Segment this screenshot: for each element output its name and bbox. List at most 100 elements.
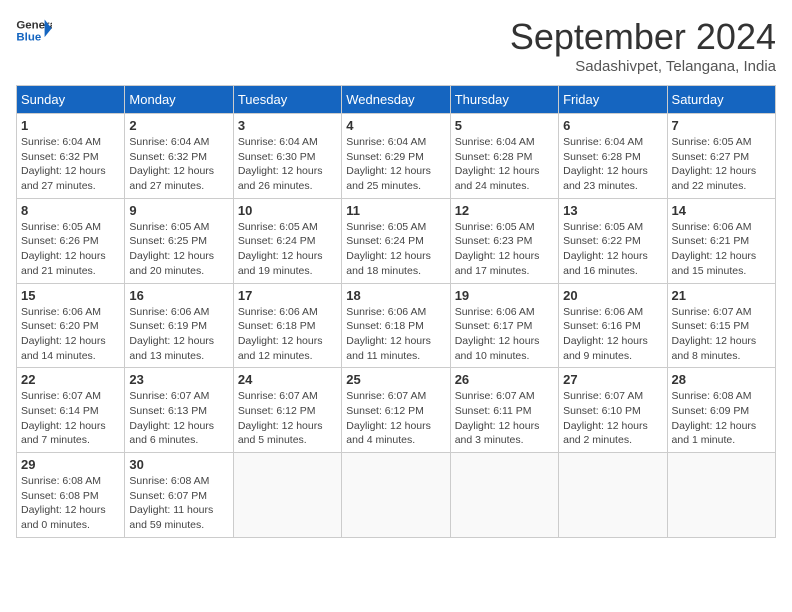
day-info: Sunrise: 6:04 AM Sunset: 6:32 PM Dayligh… bbox=[129, 135, 228, 194]
calendar-week-row: 1 Sunrise: 6:04 AM Sunset: 6:32 PM Dayli… bbox=[17, 114, 776, 199]
day-number: 27 bbox=[563, 372, 662, 387]
day-info: Sunrise: 6:07 AM Sunset: 6:14 PM Dayligh… bbox=[21, 389, 120, 448]
day-number: 1 bbox=[21, 118, 120, 133]
table-row bbox=[342, 453, 450, 538]
day-info: Sunrise: 6:05 AM Sunset: 6:22 PM Dayligh… bbox=[563, 220, 662, 279]
header-friday: Friday bbox=[559, 86, 667, 114]
day-number: 12 bbox=[455, 203, 554, 218]
day-number: 4 bbox=[346, 118, 445, 133]
calendar-week-row: 15 Sunrise: 6:06 AM Sunset: 6:20 PM Dayl… bbox=[17, 283, 776, 368]
table-row: 27 Sunrise: 6:07 AM Sunset: 6:10 PM Dayl… bbox=[559, 368, 667, 453]
day-number: 24 bbox=[238, 372, 337, 387]
table-row: 7 Sunrise: 6:05 AM Sunset: 6:27 PM Dayli… bbox=[667, 114, 775, 199]
day-number: 30 bbox=[129, 457, 228, 472]
header-saturday: Saturday bbox=[667, 86, 775, 114]
table-row: 15 Sunrise: 6:06 AM Sunset: 6:20 PM Dayl… bbox=[17, 283, 125, 368]
day-number: 15 bbox=[21, 288, 120, 303]
month-title: September 2024 bbox=[510, 16, 776, 58]
subtitle: Sadashivpet, Telangana, India bbox=[510, 58, 776, 75]
table-row: 28 Sunrise: 6:08 AM Sunset: 6:09 PM Dayl… bbox=[667, 368, 775, 453]
table-row: 16 Sunrise: 6:06 AM Sunset: 6:19 PM Dayl… bbox=[125, 283, 233, 368]
header-thursday: Thursday bbox=[450, 86, 558, 114]
day-number: 13 bbox=[563, 203, 662, 218]
day-number: 22 bbox=[21, 372, 120, 387]
day-number: 9 bbox=[129, 203, 228, 218]
table-row: 25 Sunrise: 6:07 AM Sunset: 6:12 PM Dayl… bbox=[342, 368, 450, 453]
table-row: 9 Sunrise: 6:05 AM Sunset: 6:25 PM Dayli… bbox=[125, 198, 233, 283]
day-number: 23 bbox=[129, 372, 228, 387]
day-info: Sunrise: 6:07 AM Sunset: 6:12 PM Dayligh… bbox=[238, 389, 337, 448]
day-info: Sunrise: 6:06 AM Sunset: 6:18 PM Dayligh… bbox=[346, 305, 445, 364]
table-row: 4 Sunrise: 6:04 AM Sunset: 6:29 PM Dayli… bbox=[342, 114, 450, 199]
day-number: 8 bbox=[21, 203, 120, 218]
day-info: Sunrise: 6:06 AM Sunset: 6:20 PM Dayligh… bbox=[21, 305, 120, 364]
table-row: 10 Sunrise: 6:05 AM Sunset: 6:24 PM Dayl… bbox=[233, 198, 341, 283]
day-info: Sunrise: 6:06 AM Sunset: 6:16 PM Dayligh… bbox=[563, 305, 662, 364]
day-number: 17 bbox=[238, 288, 337, 303]
day-info: Sunrise: 6:07 AM Sunset: 6:12 PM Dayligh… bbox=[346, 389, 445, 448]
table-row bbox=[559, 453, 667, 538]
day-info: Sunrise: 6:07 AM Sunset: 6:10 PM Dayligh… bbox=[563, 389, 662, 448]
table-row: 30 Sunrise: 6:08 AM Sunset: 6:07 PM Dayl… bbox=[125, 453, 233, 538]
day-number: 16 bbox=[129, 288, 228, 303]
day-info: Sunrise: 6:04 AM Sunset: 6:28 PM Dayligh… bbox=[455, 135, 554, 194]
table-row bbox=[667, 453, 775, 538]
day-info: Sunrise: 6:07 AM Sunset: 6:13 PM Dayligh… bbox=[129, 389, 228, 448]
day-info: Sunrise: 6:04 AM Sunset: 6:30 PM Dayligh… bbox=[238, 135, 337, 194]
day-number: 26 bbox=[455, 372, 554, 387]
table-row: 14 Sunrise: 6:06 AM Sunset: 6:21 PM Dayl… bbox=[667, 198, 775, 283]
table-row: 26 Sunrise: 6:07 AM Sunset: 6:11 PM Dayl… bbox=[450, 368, 558, 453]
calendar-header-row: Sunday Monday Tuesday Wednesday Thursday… bbox=[17, 86, 776, 114]
svg-text:Blue: Blue bbox=[16, 32, 41, 44]
day-number: 14 bbox=[672, 203, 771, 218]
day-info: Sunrise: 6:08 AM Sunset: 6:08 PM Dayligh… bbox=[21, 474, 120, 533]
day-info: Sunrise: 6:06 AM Sunset: 6:19 PM Dayligh… bbox=[129, 305, 228, 364]
day-number: 10 bbox=[238, 203, 337, 218]
day-info: Sunrise: 6:05 AM Sunset: 6:25 PM Dayligh… bbox=[129, 220, 228, 279]
logo: General Blue bbox=[16, 16, 52, 46]
calendar-week-row: 8 Sunrise: 6:05 AM Sunset: 6:26 PM Dayli… bbox=[17, 198, 776, 283]
day-number: 5 bbox=[455, 118, 554, 133]
day-info: Sunrise: 6:05 AM Sunset: 6:24 PM Dayligh… bbox=[346, 220, 445, 279]
day-info: Sunrise: 6:05 AM Sunset: 6:26 PM Dayligh… bbox=[21, 220, 120, 279]
title-section: September 2024 Sadashivpet, Telangana, I… bbox=[510, 16, 776, 75]
day-info: Sunrise: 6:06 AM Sunset: 6:18 PM Dayligh… bbox=[238, 305, 337, 364]
header-sunday: Sunday bbox=[17, 86, 125, 114]
header-tuesday: Tuesday bbox=[233, 86, 341, 114]
day-number: 2 bbox=[129, 118, 228, 133]
day-info: Sunrise: 6:06 AM Sunset: 6:17 PM Dayligh… bbox=[455, 305, 554, 364]
day-info: Sunrise: 6:04 AM Sunset: 6:29 PM Dayligh… bbox=[346, 135, 445, 194]
day-number: 25 bbox=[346, 372, 445, 387]
day-info: Sunrise: 6:04 AM Sunset: 6:32 PM Dayligh… bbox=[21, 135, 120, 194]
day-info: Sunrise: 6:05 AM Sunset: 6:27 PM Dayligh… bbox=[672, 135, 771, 194]
day-number: 20 bbox=[563, 288, 662, 303]
day-number: 18 bbox=[346, 288, 445, 303]
table-row: 21 Sunrise: 6:07 AM Sunset: 6:15 PM Dayl… bbox=[667, 283, 775, 368]
day-number: 6 bbox=[563, 118, 662, 133]
day-info: Sunrise: 6:05 AM Sunset: 6:24 PM Dayligh… bbox=[238, 220, 337, 279]
table-row: 1 Sunrise: 6:04 AM Sunset: 6:32 PM Dayli… bbox=[17, 114, 125, 199]
day-info: Sunrise: 6:07 AM Sunset: 6:15 PM Dayligh… bbox=[672, 305, 771, 364]
table-row: 18 Sunrise: 6:06 AM Sunset: 6:18 PM Dayl… bbox=[342, 283, 450, 368]
day-number: 7 bbox=[672, 118, 771, 133]
day-info: Sunrise: 6:04 AM Sunset: 6:28 PM Dayligh… bbox=[563, 135, 662, 194]
day-number: 3 bbox=[238, 118, 337, 133]
table-row bbox=[450, 453, 558, 538]
table-row: 6 Sunrise: 6:04 AM Sunset: 6:28 PM Dayli… bbox=[559, 114, 667, 199]
calendar-week-row: 29 Sunrise: 6:08 AM Sunset: 6:08 PM Dayl… bbox=[17, 453, 776, 538]
day-info: Sunrise: 6:07 AM Sunset: 6:11 PM Dayligh… bbox=[455, 389, 554, 448]
header: General Blue September 2024 Sadashivpet,… bbox=[16, 16, 776, 75]
table-row: 20 Sunrise: 6:06 AM Sunset: 6:16 PM Dayl… bbox=[559, 283, 667, 368]
table-row bbox=[233, 453, 341, 538]
day-number: 11 bbox=[346, 203, 445, 218]
day-info: Sunrise: 6:08 AM Sunset: 6:07 PM Dayligh… bbox=[129, 474, 228, 533]
header-wednesday: Wednesday bbox=[342, 86, 450, 114]
table-row: 13 Sunrise: 6:05 AM Sunset: 6:22 PM Dayl… bbox=[559, 198, 667, 283]
day-info: Sunrise: 6:08 AM Sunset: 6:09 PM Dayligh… bbox=[672, 389, 771, 448]
calendar-week-row: 22 Sunrise: 6:07 AM Sunset: 6:14 PM Dayl… bbox=[17, 368, 776, 453]
table-row: 29 Sunrise: 6:08 AM Sunset: 6:08 PM Dayl… bbox=[17, 453, 125, 538]
table-row: 5 Sunrise: 6:04 AM Sunset: 6:28 PM Dayli… bbox=[450, 114, 558, 199]
table-row: 17 Sunrise: 6:06 AM Sunset: 6:18 PM Dayl… bbox=[233, 283, 341, 368]
day-info: Sunrise: 6:05 AM Sunset: 6:23 PM Dayligh… bbox=[455, 220, 554, 279]
day-number: 29 bbox=[21, 457, 120, 472]
